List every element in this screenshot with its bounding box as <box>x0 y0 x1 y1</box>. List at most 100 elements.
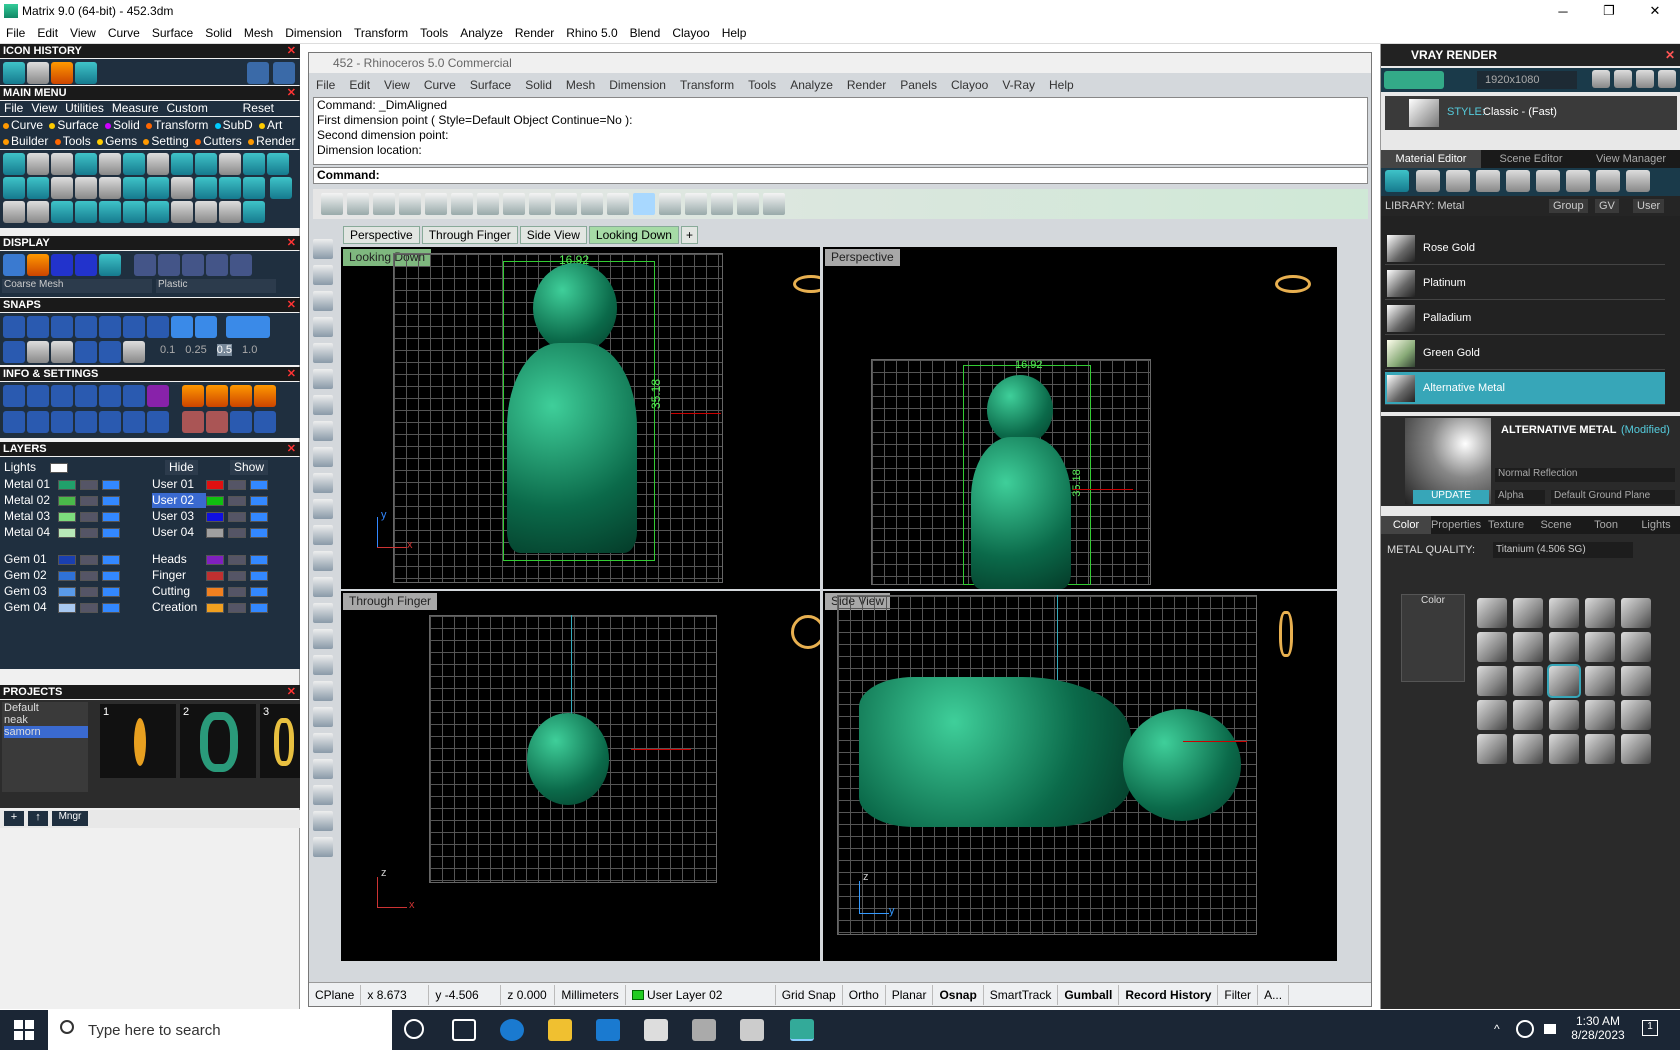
visibility-icon[interactable] <box>250 527 268 538</box>
tab-material-editor[interactable]: Material Editor <box>1381 150 1481 168</box>
layer-row[interactable]: Metal 01 <box>4 477 120 492</box>
layer-color-swatch[interactable] <box>58 602 76 613</box>
extrude-icon[interactable] <box>313 499 333 519</box>
view-ring-icon[interactable] <box>1275 275 1311 293</box>
lock-icon[interactable] <box>228 527 246 538</box>
info-icon[interactable] <box>27 385 49 407</box>
tool-icon[interactable] <box>99 201 121 223</box>
lights-row[interactable]: Lights <box>4 460 69 475</box>
menu-file[interactable]: File <box>0 26 31 40</box>
viewport-label[interactable]: Through Finger <box>343 593 438 610</box>
metal-finish-option[interactable] <box>1513 598 1543 628</box>
layer-color-swatch[interactable] <box>58 570 76 581</box>
layer-row[interactable]: Gem 03 <box>4 584 120 599</box>
polyline-icon[interactable] <box>313 291 333 311</box>
shaded-view-icon[interactable] <box>685 193 707 215</box>
close-icon[interactable]: ✕ <box>287 298 296 312</box>
info-icon[interactable] <box>75 411 97 433</box>
text-icon[interactable] <box>313 837 333 857</box>
menu-render[interactable]: Render <box>509 26 560 40</box>
cat-transform[interactable]: Transform <box>154 118 208 132</box>
rh-menu-view[interactable]: View <box>377 78 417 92</box>
close-icon[interactable]: ✕ <box>287 44 296 58</box>
upload-icon[interactable]: ↑ <box>28 811 48 826</box>
style-select[interactable]: Classic - (Fast) <box>1483 106 1557 118</box>
boolean-tool-icon[interactable] <box>581 193 603 215</box>
metal-finish-option[interactable] <box>1585 598 1615 628</box>
tool-icon[interactable] <box>99 153 121 175</box>
info-icon[interactable] <box>75 385 97 407</box>
rh-menu-render[interactable]: Render <box>840 78 893 92</box>
circle-tool-icon[interactable] <box>373 193 395 215</box>
metal-finish-option[interactable] <box>1477 598 1507 628</box>
info-icon[interactable] <box>230 385 252 407</box>
cat-render[interactable]: Render <box>256 134 295 148</box>
filter-toggle[interactable]: Filter <box>1218 984 1259 1005</box>
history-forward-icon[interactable] <box>273 62 295 84</box>
viewport-label[interactable]: Perspective <box>825 249 900 266</box>
viewport-looking-down[interactable]: Looking Down 16.92 35.18 y x <box>341 247 820 589</box>
metal-finish-option[interactable] <box>1585 700 1615 730</box>
project-thumbnail[interactable]: 2 <box>180 704 256 778</box>
project-item[interactable]: neak <box>4 714 88 726</box>
metal-finish-option[interactable] <box>1513 632 1543 662</box>
chevron-up-icon[interactable]: ^ <box>1494 1022 1500 1036</box>
metal-finish-option[interactable] <box>1621 666 1651 696</box>
add-project-icon[interactable]: + <box>4 811 24 826</box>
snap-icon[interactable] <box>27 316 49 338</box>
menu-rhino[interactable]: Rhino 5.0 <box>560 26 623 40</box>
show-button[interactable]: Show <box>230 460 269 475</box>
tool-icon[interactable] <box>243 177 265 199</box>
rh-menu-file[interactable]: File <box>309 78 342 92</box>
history-tool-icon[interactable] <box>3 62 25 84</box>
material-icon[interactable] <box>1536 170 1560 192</box>
project-thumbnail[interactable]: 3 <box>260 704 300 778</box>
display-mode-icon[interactable] <box>51 254 73 276</box>
tool-icon[interactable] <box>195 177 217 199</box>
layer-row[interactable]: User 01 <box>152 477 268 492</box>
reset-button[interactable]: Reset <box>243 101 274 115</box>
snap-icon[interactable] <box>147 316 169 338</box>
snap-icon[interactable] <box>51 316 73 338</box>
snap-icon[interactable] <box>75 316 97 338</box>
prev-icon[interactable] <box>1592 70 1610 88</box>
rh-menu-transform[interactable]: Transform <box>673 78 741 92</box>
curve-tool-icon[interactable] <box>347 193 369 215</box>
rh-menu-vray[interactable]: V-Ray <box>995 78 1042 92</box>
tool-icon[interactable] <box>147 177 169 199</box>
layer-color-swatch[interactable] <box>206 554 224 565</box>
visibility-icon[interactable] <box>102 586 120 597</box>
lock-icon[interactable] <box>80 511 98 522</box>
metal-quality-select[interactable]: Titanium (4.506 SG) <box>1493 542 1633 558</box>
view-ring-icon[interactable] <box>793 275 820 293</box>
maximize-button[interactable]: ❐ <box>1586 0 1632 22</box>
layer-color-swatch[interactable] <box>58 586 76 597</box>
info-icon[interactable] <box>147 385 169 407</box>
visibility-icon[interactable] <box>250 570 268 581</box>
alpha-toggle[interactable]: Alpha <box>1495 490 1545 504</box>
group-icon[interactable] <box>313 759 333 779</box>
close-icon[interactable]: ✕ <box>287 685 296 699</box>
layer-row[interactable]: Finger <box>152 568 268 583</box>
snap-icon[interactable] <box>195 316 217 338</box>
cat-subd[interactable]: SubD <box>223 118 253 132</box>
visibility-icon[interactable] <box>102 554 120 565</box>
ground-select[interactable]: Default Ground Plane <box>1551 490 1675 504</box>
menu-tools[interactable]: Tools <box>414 26 454 40</box>
cat-surface[interactable]: Surface <box>57 118 98 132</box>
tool-icon[interactable] <box>51 153 73 175</box>
lock-icon[interactable] <box>80 527 98 538</box>
rh-menu-curve[interactable]: Curve <box>417 78 463 92</box>
tool-icon[interactable] <box>51 201 73 223</box>
info-icon[interactable] <box>99 385 121 407</box>
metal-finish-option[interactable] <box>1585 632 1615 662</box>
visibility-icon[interactable] <box>250 602 268 613</box>
frame-icon[interactable] <box>1614 70 1632 88</box>
info-icon[interactable] <box>51 411 73 433</box>
visibility-icon[interactable] <box>250 554 268 565</box>
tab-through-finger[interactable]: Through Finger <box>421 226 518 244</box>
layer-row[interactable]: Gem 02 <box>4 568 120 583</box>
resolution-select[interactable]: 1920x1080 <box>1477 71 1577 89</box>
material-icon[interactable] <box>1506 170 1530 192</box>
curve-edit-icon[interactable] <box>607 193 629 215</box>
